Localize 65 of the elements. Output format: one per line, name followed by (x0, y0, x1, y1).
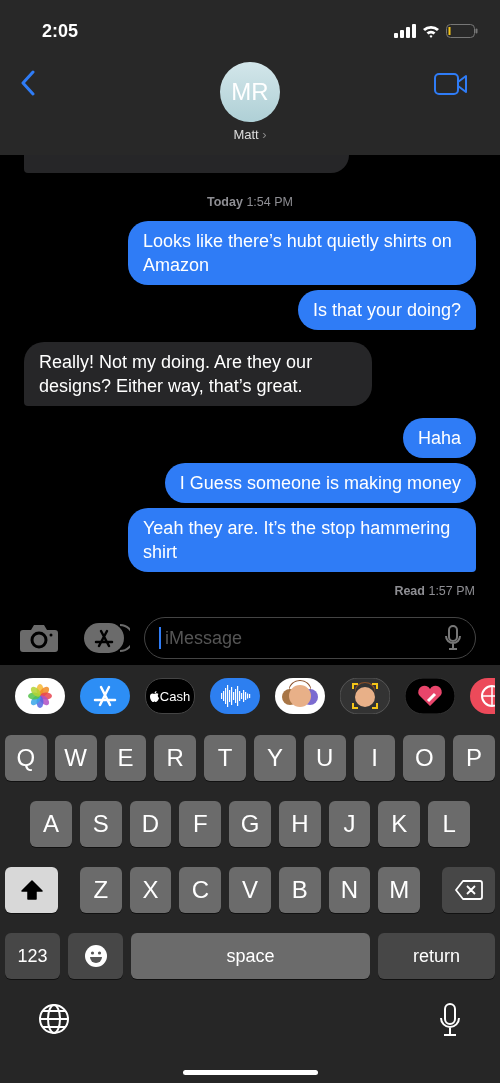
letter-key[interactable]: Q (5, 735, 47, 781)
letter-key[interactable]: O (403, 735, 446, 781)
sent-message-bubble[interactable]: Haha (402, 418, 476, 458)
letter-key[interactable]: S (79, 801, 122, 847)
memoji-camera-icon[interactable] (340, 678, 390, 714)
letter-key[interactable]: E (104, 735, 147, 781)
sent-message-bubble[interactable]: I Guess someone is making money (164, 463, 476, 503)
letter-key[interactable]: N (328, 867, 371, 913)
apple-cash-app[interactable]: Cash (145, 678, 195, 714)
letter-key[interactable]: F (179, 801, 222, 847)
apple-logo-icon (149, 690, 159, 702)
letter-key[interactable]: D (129, 801, 172, 847)
photos-app-icon[interactable] (15, 678, 65, 714)
letter-key[interactable]: I (353, 735, 396, 781)
emoji-icon (83, 944, 108, 968)
delete-icon (454, 880, 483, 900)
app-store-icon[interactable] (80, 678, 130, 714)
letter-key[interactable]: G (229, 801, 271, 847)
letter-key[interactable]: J (328, 801, 371, 847)
timestamp: Today 1:54 PM (206, 195, 294, 209)
back-icon[interactable] (20, 70, 36, 96)
letter-key[interactable]: T (204, 735, 246, 781)
memoji-stickers-icon[interactable] (275, 678, 325, 714)
letter-key[interactable]: L (428, 801, 471, 847)
status-time: 2:05 (42, 20, 79, 42)
microphone-icon[interactable] (445, 625, 461, 651)
letter-key[interactable]: C (179, 867, 222, 913)
apps-icon[interactable] (84, 623, 130, 653)
message-input-field[interactable]: iMessage (165, 627, 441, 649)
delete-key[interactable] (442, 867, 495, 913)
web-images-icon[interactable] (470, 678, 495, 714)
shift-arrow-icon (20, 879, 43, 901)
battery-icon (446, 24, 478, 38)
numbers-key[interactable]: 123 (5, 933, 60, 979)
letter-key[interactable]: V (229, 867, 271, 913)
wifi-icon (422, 24, 440, 38)
camera-icon[interactable] (20, 624, 58, 652)
read-receipt: Read 1:57 PM (393, 584, 476, 598)
sent-message-bubble[interactable]: Looks like there’s hubt quietly shirts on Amazon (128, 221, 476, 285)
letter-key[interactable]: B (278, 867, 321, 913)
sent-message-bubble[interactable]: Yeah they are. It’s the stop hammering shirt (128, 508, 476, 572)
letter-key[interactable]: K (378, 801, 421, 847)
received-message-bubble[interactable]: Really! Not my doing. Are they our designs? Either way, that’s great. (24, 342, 372, 406)
return-key[interactable]: return (378, 933, 495, 979)
shift-key[interactable] (5, 867, 58, 913)
emoji-key[interactable] (68, 933, 123, 979)
globe-icon[interactable] (38, 1003, 70, 1035)
letter-key[interactable]: R (154, 735, 197, 781)
digital-touch-icon[interactable] (405, 678, 455, 714)
audio-message-icon[interactable] (210, 678, 260, 714)
video-call-icon[interactable] (434, 72, 468, 96)
letter-key[interactable]: P (453, 735, 495, 781)
dictation-icon[interactable] (439, 1003, 461, 1037)
letter-key[interactable]: Y (254, 735, 296, 781)
letter-key[interactable]: U (303, 735, 346, 781)
signal-icon (394, 24, 416, 38)
letter-key[interactable]: Z (80, 867, 122, 913)
sent-message-bubble[interactable]: Is that your doing? (297, 290, 476, 330)
contact-name[interactable]: Matt › (233, 127, 267, 142)
space-key[interactable]: space (131, 933, 370, 979)
letter-key[interactable]: H (278, 801, 321, 847)
letter-key[interactable]: A (30, 801, 72, 847)
letter-key[interactable]: X (129, 867, 172, 913)
letter-key[interactable]: W (54, 735, 97, 781)
letter-key[interactable]: M (378, 867, 421, 913)
